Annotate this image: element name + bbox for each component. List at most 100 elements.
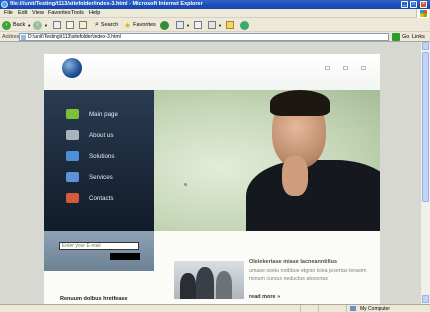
hero-person-hair bbox=[270, 90, 330, 116]
envelope-icon bbox=[66, 193, 79, 203]
scroll-thumb[interactable] bbox=[422, 52, 429, 202]
nav-item-contacts[interactable]: Contacts bbox=[66, 191, 113, 205]
standard-toolbar: ‹ Back ▼ › ▼ ⌕ Search ★ Favorites ▼ ▼ bbox=[0, 18, 430, 32]
browser-viewport: Main page About us Solutions Services Co… bbox=[0, 42, 430, 304]
back-button[interactable]: ‹ Back ▼ bbox=[2, 20, 31, 30]
edit-button[interactable]: ▼ bbox=[208, 20, 222, 30]
status-divider bbox=[346, 305, 347, 312]
home-button[interactable] bbox=[79, 20, 87, 30]
nav-label: Solutions bbox=[89, 152, 115, 160]
back-dropdown-icon[interactable]: ▼ bbox=[27, 23, 31, 28]
print-icon bbox=[194, 21, 202, 29]
green-star-icon bbox=[66, 109, 79, 119]
web-page: Main page About us Solutions Services Co… bbox=[44, 54, 380, 304]
menu-favorites[interactable]: Favorites bbox=[48, 10, 71, 16]
edit-icon bbox=[208, 21, 216, 29]
links-button[interactable]: Links bbox=[412, 34, 425, 40]
sitemap-link-icon[interactable] bbox=[361, 66, 366, 70]
go-button[interactable]: Go bbox=[402, 34, 409, 40]
status-divider bbox=[300, 305, 301, 312]
history-button[interactable] bbox=[160, 20, 169, 30]
left-heading: Renuum dolbus hretfease bbox=[60, 296, 128, 302]
scroll-down-icon[interactable] bbox=[422, 295, 429, 303]
site-header bbox=[44, 54, 380, 90]
vertical-scrollbar[interactable] bbox=[420, 42, 430, 304]
home-icon bbox=[79, 21, 87, 29]
favorites-label: Favorites bbox=[133, 22, 156, 28]
messenger-icon bbox=[240, 20, 249, 30]
maximize-button[interactable]: □ bbox=[410, 1, 417, 8]
nav-label: Main page bbox=[89, 110, 118, 118]
mail-link-icon[interactable] bbox=[343, 66, 348, 70]
hero-image bbox=[154, 90, 380, 231]
site-nav: Main page About us Solutions Services Co… bbox=[44, 90, 154, 231]
security-zone: My Computer bbox=[360, 306, 391, 312]
window-title-bar[interactable]: file:///unit/Testing/t113/sitefolder/ind… bbox=[0, 0, 430, 9]
stop-button[interactable] bbox=[53, 20, 61, 30]
messenger-button[interactable] bbox=[240, 20, 249, 30]
blue-grid-icon bbox=[66, 172, 79, 182]
forward-button[interactable]: › ▼ bbox=[33, 20, 48, 30]
newsletter-panel bbox=[44, 231, 154, 271]
back-label: Back bbox=[13, 22, 26, 28]
refresh-button[interactable] bbox=[66, 20, 74, 30]
nav-item-services[interactable]: Services bbox=[66, 170, 113, 184]
nav-label: About us bbox=[89, 131, 114, 139]
nav-label: Contacts bbox=[89, 194, 114, 202]
forward-arrow-icon: › bbox=[33, 20, 42, 30]
nav-item-about-us[interactable]: About us bbox=[66, 128, 113, 142]
blue-cube-icon bbox=[66, 151, 79, 161]
subscribe-button[interactable] bbox=[110, 253, 140, 260]
search-button[interactable]: ⌕ Search bbox=[95, 20, 118, 30]
article-body: umase soeiu notbbus etgnio iciea jeserta… bbox=[249, 268, 367, 282]
menu-file[interactable]: File bbox=[4, 10, 13, 16]
address-bar: Address D:\unit\Testing\t113\sitefolder\… bbox=[0, 32, 430, 42]
nav-item-solutions[interactable]: Solutions bbox=[66, 149, 114, 163]
scroll-up-icon[interactable] bbox=[422, 42, 429, 50]
hero-person-hand bbox=[282, 156, 308, 196]
photo-person-3 bbox=[216, 271, 232, 299]
hero-person-body bbox=[246, 160, 380, 231]
nav-item-main-page[interactable]: Main page bbox=[66, 107, 118, 121]
window-title: file:///unit/Testing/t113/sitefolder/ind… bbox=[10, 1, 203, 7]
print-button[interactable] bbox=[194, 20, 202, 30]
team-photo bbox=[174, 261, 244, 299]
email-field[interactable] bbox=[59, 242, 139, 250]
search-label: Search bbox=[100, 22, 119, 28]
menu-help[interactable]: Help bbox=[89, 10, 100, 16]
address-input[interactable]: D:\unit\Testing\t113\sitefolder\index-3.… bbox=[19, 33, 389, 41]
close-button[interactable]: × bbox=[420, 1, 427, 8]
status-divider bbox=[318, 305, 319, 312]
computer-icon bbox=[350, 306, 356, 311]
ie-logo-icon bbox=[1, 1, 8, 8]
mail-button[interactable]: ▼ bbox=[176, 20, 190, 30]
menu-tools[interactable]: Tools bbox=[71, 10, 84, 16]
edit-dropdown-icon[interactable]: ▼ bbox=[218, 23, 222, 28]
menu-edit[interactable]: Edit bbox=[18, 10, 27, 16]
forward-dropdown-icon[interactable]: ▼ bbox=[44, 23, 48, 28]
search-icon: ⌕ bbox=[95, 21, 99, 28]
photo-person-2 bbox=[196, 267, 214, 299]
go-icon[interactable] bbox=[392, 33, 400, 41]
document-icon bbox=[66, 130, 79, 140]
photo-person-1 bbox=[180, 273, 196, 299]
favorites-button[interactable]: ★ Favorites bbox=[124, 20, 156, 30]
back-arrow-icon: ‹ bbox=[2, 20, 11, 30]
folder-button[interactable] bbox=[226, 20, 234, 30]
status-bar: My Computer bbox=[0, 304, 430, 312]
globe-logo-icon[interactable] bbox=[62, 58, 82, 78]
article-title: Oleiekertase miase lacneanntillus bbox=[249, 259, 338, 265]
menu-view[interactable]: View bbox=[32, 10, 44, 16]
windows-logo-icon bbox=[416, 9, 429, 18]
favorites-star-icon: ★ bbox=[124, 20, 132, 30]
folder-icon bbox=[226, 21, 234, 29]
bullet-icon bbox=[184, 183, 187, 186]
refresh-icon bbox=[66, 21, 74, 29]
menu-bar: File Edit View Favorites Tools Help bbox=[0, 9, 430, 18]
mail-dropdown-icon[interactable]: ▼ bbox=[186, 23, 190, 28]
header-icons bbox=[325, 66, 366, 70]
minimize-button[interactable]: _ bbox=[401, 1, 408, 8]
history-icon bbox=[160, 20, 169, 30]
home-link-icon[interactable] bbox=[325, 66, 330, 70]
read-more-link[interactable]: read more » bbox=[249, 294, 280, 300]
